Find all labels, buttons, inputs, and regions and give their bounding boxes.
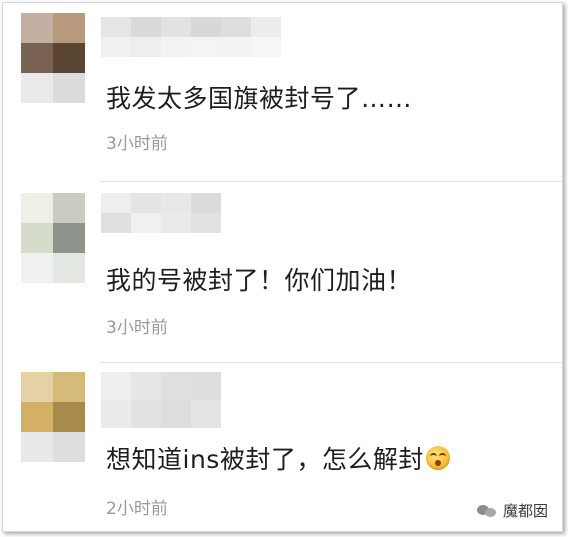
comments-panel: 我发太多国旗被封号了…… 3小时前 我的号被封了！你们加油！ 3小时前 想知道i…	[2, 2, 563, 532]
username-pixel	[131, 213, 161, 233]
avatar-pixel	[53, 402, 85, 432]
username-pixel	[131, 193, 161, 213]
watermark: 魔都囡	[476, 500, 548, 521]
username-pixel	[161, 400, 191, 428]
username-pixel	[101, 17, 131, 37]
comment-text: 我的号被封了！你们加油！	[106, 266, 413, 295]
comment-timestamp: 2小时前	[106, 499, 168, 519]
divider	[100, 181, 562, 182]
username-pixel	[221, 17, 251, 37]
comment-item: 我发太多国旗被封号了…… 3小时前	[3, 3, 562, 183]
username-pixel	[191, 372, 221, 400]
avatar-pixel	[53, 432, 85, 462]
comment-text-content: 想知道ins被封了，怎么解封	[106, 445, 424, 474]
avatar-pixel	[21, 372, 53, 402]
divider	[100, 362, 562, 363]
comment-timestamp: 3小时前	[106, 318, 168, 338]
username-blurred[interactable]	[101, 17, 281, 57]
avatar-pixel	[21, 43, 53, 73]
username-pixel	[131, 37, 161, 57]
username-pixel	[191, 37, 221, 57]
username-pixel	[191, 400, 221, 428]
username-pixel	[131, 372, 161, 400]
username-pixel	[161, 213, 191, 233]
avatar-pixel	[53, 223, 85, 253]
username-pixel	[221, 37, 251, 57]
avatar-pixel	[21, 223, 53, 253]
comment-text: 我发太多国旗被封号了……	[106, 84, 413, 113]
avatar-pixel	[53, 43, 85, 73]
avatar-pixel	[53, 372, 85, 402]
username-pixel	[191, 17, 221, 37]
username-pixel	[131, 400, 161, 428]
avatar-pixel	[53, 73, 85, 103]
avatar[interactable]	[21, 372, 85, 466]
face-with-open-mouth-emoji	[425, 446, 450, 470]
avatar-pixel	[21, 13, 53, 43]
username-pixel	[131, 17, 161, 37]
avatar-pixel	[21, 432, 53, 462]
avatar-pixel	[21, 73, 53, 103]
avatar-pixel	[53, 13, 85, 43]
username-pixel	[161, 372, 191, 400]
comment-text: 想知道ins被封了，怎么解封	[106, 440, 450, 476]
username-pixel	[161, 17, 191, 37]
username-pixel	[101, 372, 131, 400]
username-pixel	[161, 193, 191, 213]
username-blurred[interactable]	[101, 372, 221, 428]
username-blurred[interactable]	[101, 193, 221, 233]
username-pixel	[161, 37, 191, 57]
comment-item: 我的号被封了！你们加油！ 3小时前	[3, 183, 562, 363]
avatar-pixel	[53, 193, 85, 223]
username-pixel	[251, 37, 281, 57]
watermark-label: 魔都囡	[502, 502, 548, 520]
username-pixel	[101, 400, 131, 428]
username-pixel	[191, 213, 221, 233]
username-pixel	[251, 17, 281, 37]
avatar-pixel	[21, 253, 53, 283]
wechat-icon	[476, 503, 497, 519]
avatar[interactable]	[21, 13, 85, 107]
username-pixel	[191, 193, 221, 213]
username-pixel	[101, 193, 131, 213]
username-pixel	[101, 37, 131, 57]
avatar[interactable]	[21, 193, 85, 287]
avatar-pixel	[21, 402, 53, 432]
avatar-pixel	[21, 193, 53, 223]
comment-timestamp: 3小时前	[106, 134, 168, 154]
username-pixel	[101, 213, 131, 233]
avatar-pixel	[53, 253, 85, 283]
